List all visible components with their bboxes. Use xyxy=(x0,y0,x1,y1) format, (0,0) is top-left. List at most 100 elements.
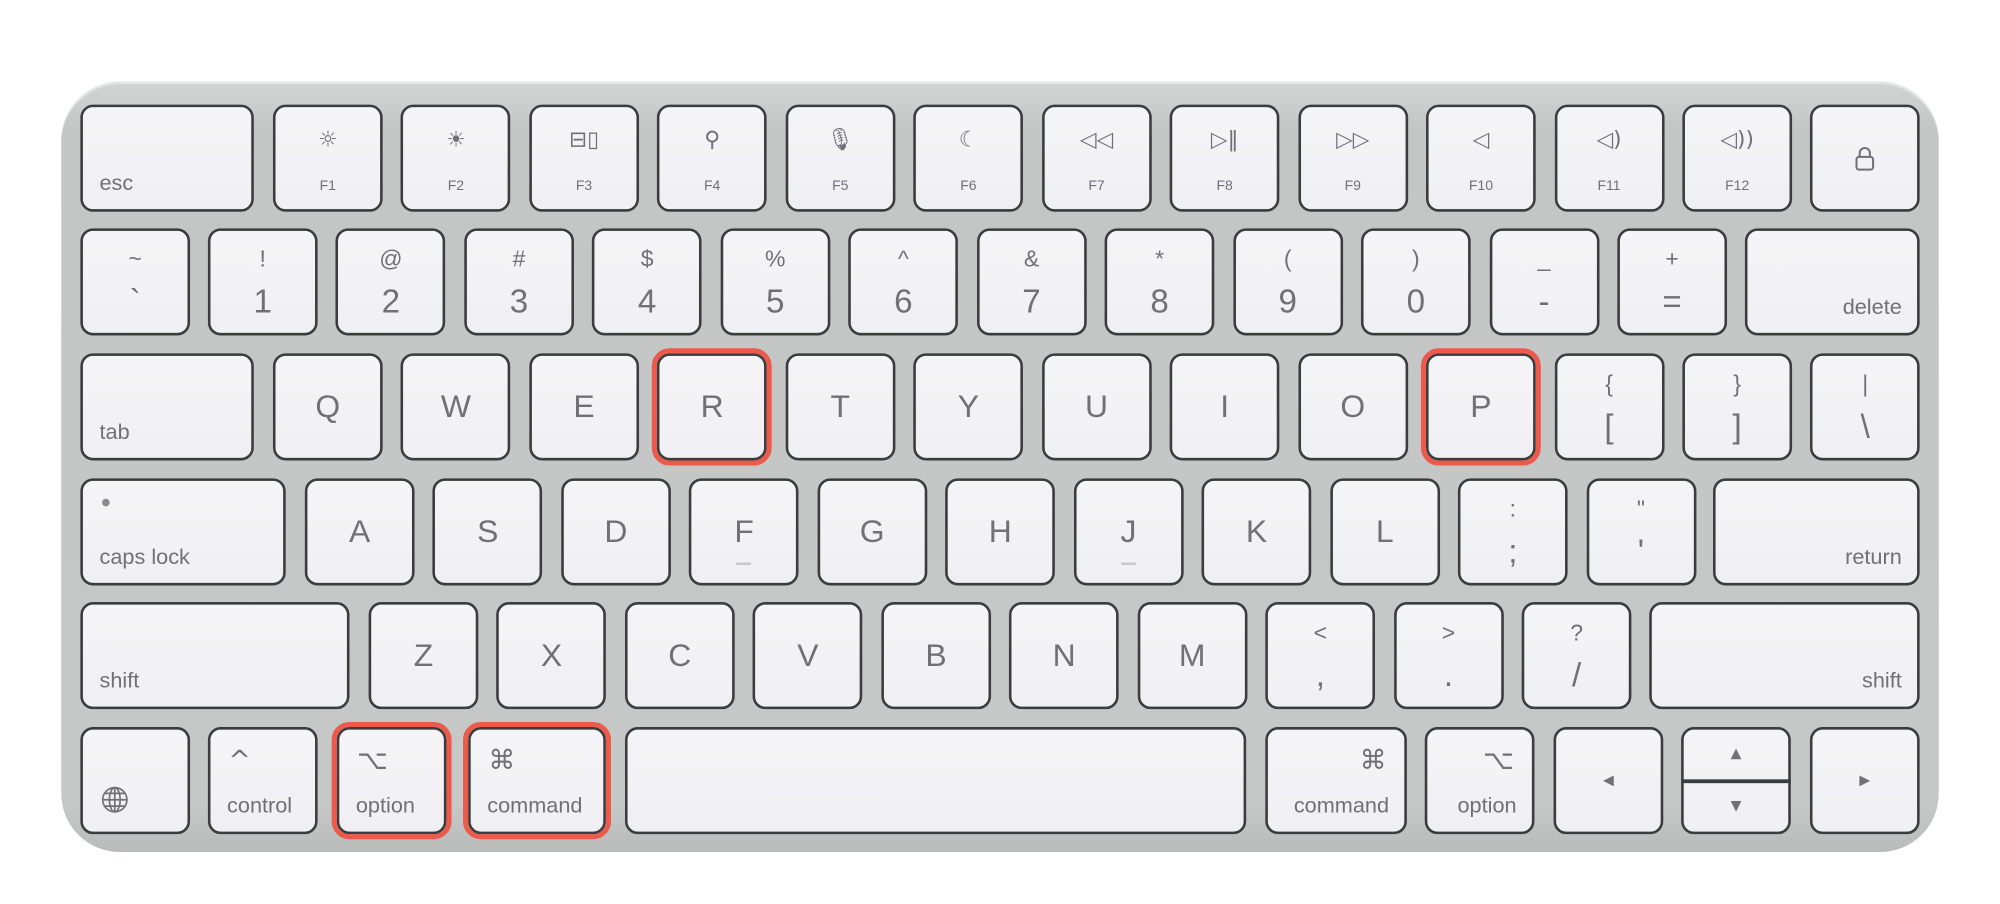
key-caps-lock[interactable]: caps lock xyxy=(80,478,286,586)
key-0[interactable]: ) 0 xyxy=(1361,228,1471,336)
key-i[interactable]: I xyxy=(1169,353,1280,461)
key-l[interactable]: L xyxy=(1329,478,1440,586)
key-y[interactable]: Y xyxy=(913,353,1024,461)
key-1[interactable]: ! 1 xyxy=(207,228,318,336)
key-letter: F xyxy=(734,514,754,550)
key-label: option xyxy=(355,793,415,818)
volume-down-icon: ◁) xyxy=(1596,127,1622,154)
key-h[interactable]: H xyxy=(945,478,1056,586)
key-v[interactable]: V xyxy=(752,602,863,710)
key-2[interactable]: @2 xyxy=(336,228,446,336)
key-f3[interactable]: ⊟▯ F3 xyxy=(529,104,639,212)
key-quote[interactable]: " ' xyxy=(1586,478,1696,586)
key-letter: S xyxy=(477,514,499,550)
key-f10[interactable]: ◁ F10 xyxy=(1426,104,1536,212)
key-semicolon[interactable]: :; xyxy=(1457,478,1568,586)
fn-key-label: F2 xyxy=(447,178,465,194)
keyboard-diagram: esc ☼ F1 ☀ F2 ⊟▯ F3 ⚲ F4 🎙 F5 ☾ F6 ◁◁ F7 ▷‖ F8 ▷▷ F9 ◁ F10 ◁)… xyxy=(0,0,2000,904)
key-f11[interactable]: ◁) F11 xyxy=(1554,104,1664,212)
key-5[interactable]: % 5 xyxy=(720,228,831,336)
key-delete[interactable]: delete xyxy=(1744,228,1920,336)
key-lock[interactable] xyxy=(1810,104,1921,212)
key-f12[interactable]: ◁)) F12 xyxy=(1682,104,1793,212)
key-main-symbol: 8 xyxy=(1150,281,1169,321)
key-u[interactable]: U xyxy=(1041,353,1152,461)
key-8[interactable]: * 8 xyxy=(1104,228,1215,336)
key-return[interactable]: return xyxy=(1713,478,1920,586)
key-label: caps lock xyxy=(99,544,190,569)
key-t[interactable]: T xyxy=(785,353,896,461)
key-letter: B xyxy=(925,637,947,674)
home-row-bump xyxy=(1120,562,1137,566)
key-grave[interactable]: ~ ` xyxy=(80,228,191,336)
key-option-left[interactable]: ⌥ option xyxy=(331,721,452,840)
key-main-symbol: , xyxy=(1315,655,1325,694)
key-label: delete xyxy=(1842,294,1902,319)
key-main-symbol: 6 xyxy=(894,281,913,321)
key-7[interactable]: & 7 xyxy=(976,228,1087,336)
key-option-right[interactable]: ⌥ option xyxy=(1424,727,1535,835)
key-arrow-right[interactable]: ▶ xyxy=(1809,727,1920,835)
key-m[interactable]: M xyxy=(1137,602,1248,710)
key-f1[interactable]: ☼ F1 xyxy=(272,104,383,212)
key-9[interactable]: (9 xyxy=(1232,228,1343,336)
key-o[interactable]: O xyxy=(1297,353,1408,461)
key-6[interactable]: ^ 6 xyxy=(848,228,959,336)
key-backslash[interactable]: | \ xyxy=(1810,353,1921,461)
key-w[interactable]: W xyxy=(401,353,511,461)
key-e[interactable]: E xyxy=(529,353,639,461)
key-bracket-right[interactable]: }] xyxy=(1682,353,1793,461)
key-command-right[interactable]: ⌘ command xyxy=(1265,727,1407,835)
key-f7[interactable]: ◁◁ F7 xyxy=(1041,104,1152,212)
key-command-left[interactable]: ⌘ command xyxy=(463,721,611,840)
key-space[interactable] xyxy=(624,727,1247,835)
key-d[interactable]: D xyxy=(561,478,671,586)
key-4[interactable]: $4 xyxy=(592,228,702,336)
key-minus[interactable]: _ - xyxy=(1489,228,1599,336)
key-period[interactable]: >. xyxy=(1393,602,1504,710)
key-slash[interactable]: ? / xyxy=(1521,602,1632,710)
key-control[interactable]: ^ control xyxy=(207,727,318,835)
key-j[interactable]: J xyxy=(1073,478,1184,586)
key-main-symbol: 4 xyxy=(637,281,657,321)
key-letter: G xyxy=(859,514,885,550)
home-row-bump xyxy=(736,562,752,566)
key-bracket-left[interactable]: {[ xyxy=(1554,353,1664,461)
key-a[interactable]: A xyxy=(304,478,415,586)
key-shift-symbol: " xyxy=(1636,496,1646,522)
key-g[interactable]: G xyxy=(817,478,928,586)
key-b[interactable]: B xyxy=(881,602,991,710)
key-arrow-up[interactable]: ▲ xyxy=(1684,730,1789,781)
key-f2[interactable]: ☀ F2 xyxy=(401,104,511,212)
key-r[interactable]: R xyxy=(652,348,773,466)
key-comma[interactable]: <, xyxy=(1265,602,1376,710)
key-x[interactable]: X xyxy=(496,602,607,710)
key-shift-right[interactable]: shift xyxy=(1649,602,1920,710)
key-equals[interactable]: + = xyxy=(1617,228,1727,336)
key-esc[interactable]: esc xyxy=(80,104,254,212)
key-s[interactable]: S xyxy=(432,478,543,586)
key-main-symbol: \ xyxy=(1860,406,1870,446)
command-icon: ⌘ xyxy=(1359,744,1387,776)
key-arrow-down[interactable]: ▼ xyxy=(1684,782,1789,833)
key-z[interactable]: Z xyxy=(368,602,479,710)
key-3[interactable]: #3 xyxy=(464,228,574,336)
key-f[interactable]: F xyxy=(689,478,799,586)
key-main-symbol: 9 xyxy=(1278,281,1297,321)
key-f4[interactable]: ⚲ F4 xyxy=(657,104,768,212)
play-pause-icon: ▷‖ xyxy=(1210,127,1239,154)
key-n[interactable]: N xyxy=(1009,602,1119,710)
key-tab[interactable]: tab xyxy=(80,353,254,461)
fn-key-label: F3 xyxy=(575,178,593,194)
key-c[interactable]: C xyxy=(624,602,735,710)
key-globe[interactable] xyxy=(80,727,191,835)
key-q[interactable]: Q xyxy=(272,353,383,461)
key-p[interactable]: P xyxy=(1420,348,1541,466)
key-f6[interactable]: ☾ F6 xyxy=(913,104,1024,212)
key-f8[interactable]: ▷‖ F8 xyxy=(1169,104,1280,212)
key-shift-left[interactable]: shift xyxy=(80,602,350,710)
key-arrow-left[interactable]: ◀ xyxy=(1553,727,1664,835)
key-f5[interactable]: 🎙 F5 xyxy=(785,104,896,212)
key-f9[interactable]: ▷▷ F9 xyxy=(1297,104,1408,212)
key-k[interactable]: K xyxy=(1201,478,1312,586)
